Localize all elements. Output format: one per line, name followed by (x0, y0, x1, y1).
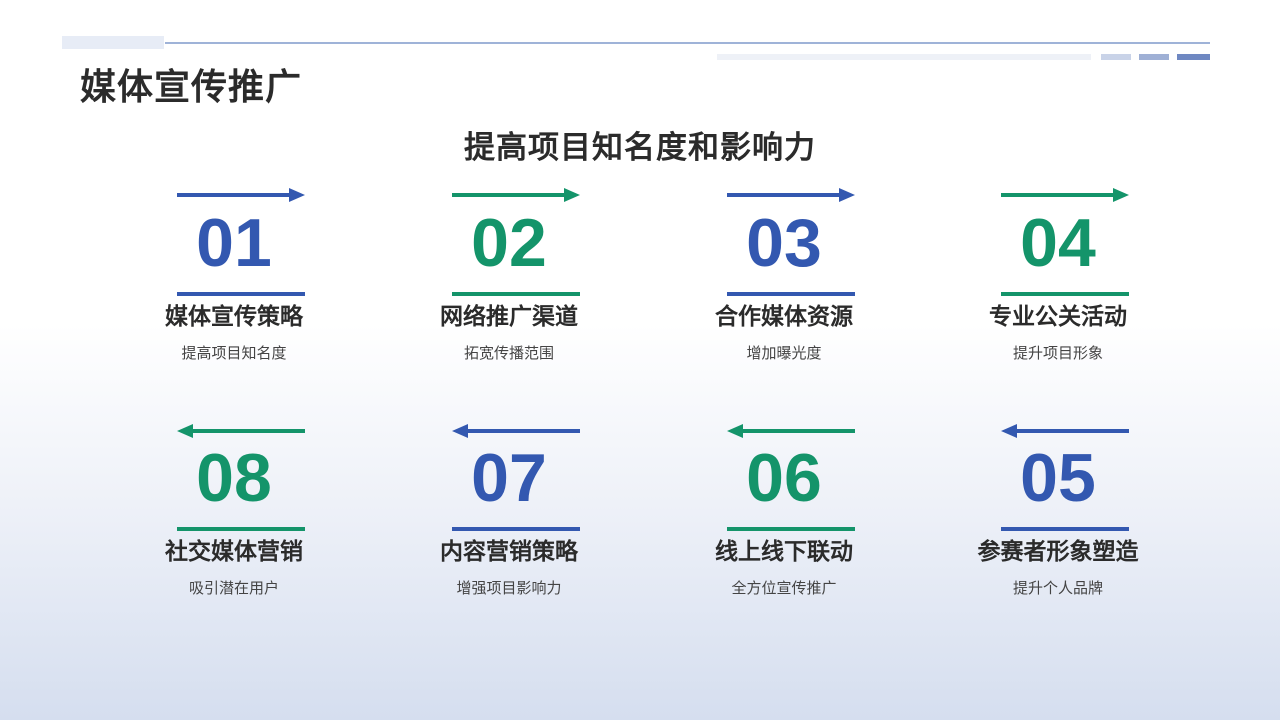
step-underline (177, 292, 305, 296)
step-title: 媒体宣传策略 (165, 304, 303, 330)
step-underline (1001, 292, 1129, 296)
page-title: 媒体宣传推广 (80, 67, 303, 108)
step-title: 社交媒体营销 (165, 539, 303, 565)
header-decoration-dash (1177, 54, 1210, 60)
left-arrow-icon (177, 424, 305, 438)
step-underline (1001, 527, 1129, 531)
header-decoration-block (62, 36, 164, 49)
step-underline (452, 292, 580, 296)
step-description: 提升项目形象 (1012, 344, 1103, 362)
header-decoration-dash (1139, 54, 1169, 60)
step-number: 02 (471, 205, 547, 281)
header-decoration-dash (1101, 54, 1131, 60)
step-underline (727, 292, 855, 296)
step-description: 提升个人品牌 (1012, 579, 1103, 597)
right-arrow-icon (177, 188, 305, 202)
left-arrow-icon (452, 424, 580, 438)
step-title: 参赛者形象塑造 (977, 539, 1139, 565)
right-arrow-icon (1001, 188, 1129, 202)
step-number: 01 (196, 205, 272, 281)
step-number: 04 (1020, 205, 1096, 281)
step-number: 03 (746, 205, 822, 281)
step-description: 增强项目影响力 (456, 579, 562, 597)
header-decoration-line (165, 42, 1210, 44)
step-title: 网络推广渠道 (440, 304, 578, 330)
step-title: 专业公关活动 (989, 304, 1127, 330)
right-arrow-icon (727, 188, 855, 202)
header-decoration-bar (717, 54, 1091, 60)
step-description: 全方位宣传推广 (731, 579, 837, 597)
step-title: 内容营销策略 (440, 539, 578, 565)
step-underline (727, 527, 855, 531)
left-arrow-icon (1001, 424, 1129, 438)
step-description: 提高项目知名度 (181, 344, 287, 362)
step-description: 拓宽传播范围 (463, 344, 554, 362)
step-number: 07 (471, 440, 547, 516)
left-arrow-icon (727, 424, 855, 438)
step-underline (177, 527, 305, 531)
step-description: 增加曝光度 (746, 344, 822, 362)
step-number: 06 (746, 440, 822, 516)
step-description: 吸引潜在用户 (188, 579, 279, 597)
step-underline (452, 527, 580, 531)
page-subtitle: 提高项目知名度和影响力 (464, 130, 816, 166)
step-number: 08 (196, 440, 272, 516)
step-title: 合作媒体资源 (715, 304, 853, 330)
step-number: 05 (1020, 440, 1096, 516)
right-arrow-icon (452, 188, 580, 202)
step-title: 线上线下联动 (715, 539, 853, 565)
